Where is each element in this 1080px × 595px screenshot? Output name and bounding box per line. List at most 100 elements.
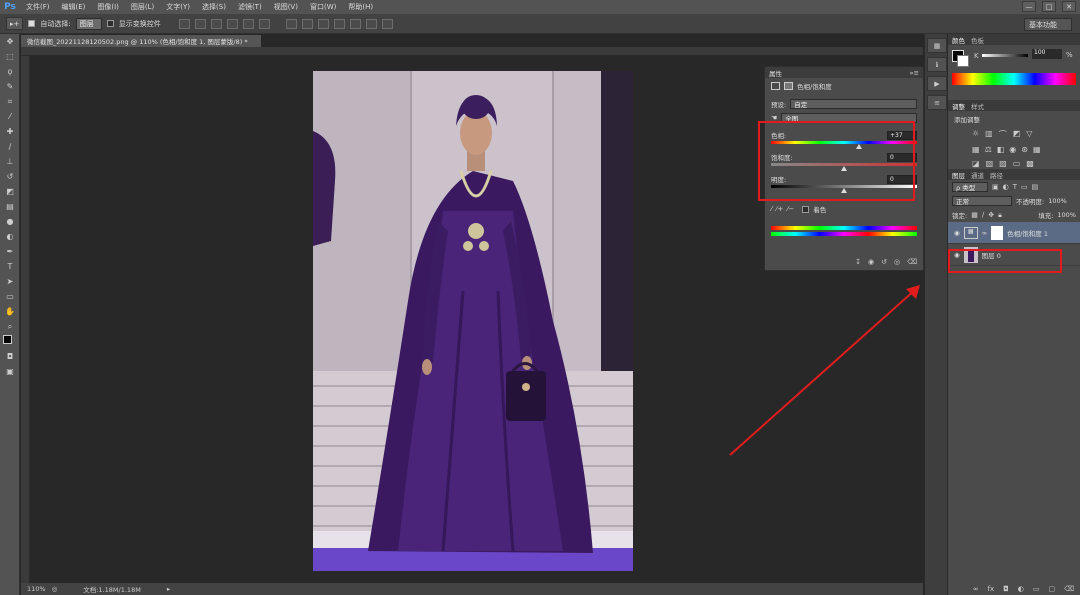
blur-tool-icon[interactable]: ● xyxy=(0,214,20,229)
opacity-value[interactable]: 100% xyxy=(1048,197,1067,205)
close-button[interactable]: ✕ xyxy=(1062,1,1076,12)
path-select-icon[interactable]: ➤ xyxy=(0,274,20,289)
eyedropper-minus-icon[interactable]: ⁄− xyxy=(787,205,794,213)
restore-button[interactable]: □ xyxy=(1042,1,1056,12)
shape-tool-icon[interactable]: ▭ xyxy=(0,289,20,304)
history-panel-icon[interactable]: ▦ xyxy=(927,38,947,53)
panel-collapse-icon[interactable]: »≡ xyxy=(910,69,919,77)
menu-layer[interactable]: 图层(L) xyxy=(125,2,160,12)
adjustments-tab[interactable]: 调整 xyxy=(952,101,965,111)
lasso-tool-icon[interactable]: ϙ xyxy=(0,64,20,79)
fx-icon[interactable]: fx xyxy=(988,585,995,593)
filter-smart-icon[interactable]: ▤ xyxy=(1032,183,1039,191)
zoom-tool-icon[interactable]: ⌕ xyxy=(0,319,20,334)
new-layer-icon[interactable]: ▢ xyxy=(1048,585,1055,593)
swatches-tab[interactable]: 色板 xyxy=(971,35,984,45)
hand-tool-icon[interactable]: ✋ xyxy=(0,304,20,319)
background-color-swatch[interactable] xyxy=(957,55,969,67)
threshold-adjust-icon[interactable]: ▨ xyxy=(999,159,1007,168)
distribute-bottom-icon[interactable] xyxy=(317,18,329,29)
view-previous-icon[interactable]: ◉ xyxy=(868,258,874,266)
move-tool-preset-button[interactable]: ▸+ xyxy=(6,17,24,30)
filter-type-icon[interactable]: T xyxy=(1013,183,1017,191)
distribute-vcenter-icon[interactable] xyxy=(301,18,313,29)
menu-select[interactable]: 选择(S) xyxy=(196,2,232,12)
new-adjustment-icon[interactable]: ◐ xyxy=(1018,585,1024,593)
layer-mask-thumbnail[interactable] xyxy=(991,225,1004,240)
selective-color-adjust-icon[interactable]: ▩ xyxy=(1026,159,1034,168)
align-top-icon[interactable] xyxy=(178,18,190,29)
status-menu-arrow-icon[interactable]: ▸ xyxy=(167,585,170,593)
eraser-tool-icon[interactable]: ◩ xyxy=(0,184,20,199)
blend-mode-dropdown[interactable]: 正常 xyxy=(952,196,1012,206)
lock-transparent-icon[interactable]: ▦ xyxy=(971,211,978,219)
color-lookup-adjust-icon[interactable]: ▦ xyxy=(1033,145,1041,154)
styles-tab[interactable]: 样式 xyxy=(971,101,984,111)
photo-filter-adjust-icon[interactable]: ◉ xyxy=(1009,145,1016,154)
actions-panel-icon[interactable]: ▶ xyxy=(927,76,947,91)
quick-mask-icon[interactable]: ◘ xyxy=(0,349,20,364)
show-transform-checkbox[interactable] xyxy=(106,20,114,27)
document-tab[interactable]: 微信截图_20221128120502.png @ 110% (色相/饱和度 1… xyxy=(21,35,261,47)
add-mask-icon[interactable]: ◘ xyxy=(1003,585,1009,593)
dodge-tool-icon[interactable]: ◐ xyxy=(0,229,20,244)
lock-all-icon[interactable]: 🔒︎ xyxy=(998,211,1002,220)
channels-tab[interactable]: 通道 xyxy=(971,170,984,180)
layer-name[interactable]: 色相/饱和度 1 xyxy=(1007,228,1048,238)
channel-mixer-adjust-icon[interactable]: ⊛ xyxy=(1021,145,1028,154)
menu-type[interactable]: 文字(Y) xyxy=(160,2,196,12)
properties-panel-icon[interactable]: ≡ xyxy=(927,95,947,110)
colorize-checkbox[interactable] xyxy=(802,205,810,213)
exposure-adjust-icon[interactable]: ◩ xyxy=(1013,129,1021,140)
menu-image[interactable]: 图像(I) xyxy=(91,2,125,12)
status-icon[interactable]: ◎ xyxy=(52,585,58,593)
align-bottom-icon[interactable] xyxy=(210,18,222,29)
invert-adjust-icon[interactable]: ◪ xyxy=(972,159,980,168)
preset-dropdown[interactable]: 自定 xyxy=(790,99,917,109)
paths-tab[interactable]: 路径 xyxy=(990,170,1003,180)
canvas-image[interactable] xyxy=(313,71,633,571)
delete-icon[interactable]: ⌫ xyxy=(907,258,917,266)
align-vcenter-icon[interactable] xyxy=(194,18,206,29)
brush-tool-icon[interactable]: ∕ xyxy=(0,139,20,154)
lock-pixels-icon[interactable]: ∕ xyxy=(982,211,984,219)
pen-tool-icon[interactable]: ✒ xyxy=(0,244,20,259)
layer-kind-filter[interactable]: ρ 类型 xyxy=(952,182,988,192)
distribute-right-icon[interactable] xyxy=(365,18,377,29)
layers-tab[interactable]: 图层 xyxy=(952,170,965,180)
hue-sat-adjust-icon[interactable]: ▦ xyxy=(972,145,980,154)
zoom-level[interactable]: 110% xyxy=(27,585,46,593)
bw-adjust-icon[interactable]: ◧ xyxy=(997,145,1005,154)
move-tool-icon[interactable]: ✥ xyxy=(0,34,20,49)
align-right-icon[interactable] xyxy=(258,18,270,29)
align-left-icon[interactable] xyxy=(226,18,238,29)
gradient-tool-icon[interactable]: ▤ xyxy=(0,199,20,214)
curves-adjust-icon[interactable]: ⌒ xyxy=(999,129,1007,140)
stamp-tool-icon[interactable]: ⊥ xyxy=(0,154,20,169)
filter-adjust-icon[interactable]: ◐ xyxy=(1003,183,1009,191)
link-icon[interactable]: ∞ xyxy=(982,229,987,237)
distribute-hcenter-icon[interactable] xyxy=(349,18,361,29)
eyedropper-tool-icon[interactable]: ⁄ xyxy=(0,109,20,124)
color-swatches-icon[interactable] xyxy=(0,334,20,349)
auto-align-icon[interactable] xyxy=(381,18,393,29)
menu-edit[interactable]: 编辑(E) xyxy=(56,2,92,12)
trash-icon[interactable]: ⌫ xyxy=(1064,585,1074,593)
levels-adjust-icon[interactable]: ▥ xyxy=(985,129,993,140)
color-tab[interactable]: 颜色 xyxy=(952,35,965,45)
gradient-map-adjust-icon[interactable]: ▭ xyxy=(1013,159,1021,168)
crop-tool-icon[interactable]: ⌗ xyxy=(0,94,20,109)
k-value-input[interactable]: 100 xyxy=(1032,49,1062,59)
reset-icon[interactable]: ↺ xyxy=(881,258,887,266)
quick-select-tool-icon[interactable]: ✎ xyxy=(0,79,20,94)
healing-tool-icon[interactable]: ✚ xyxy=(0,124,20,139)
eyedropper-plus-icon[interactable]: ⁄+ xyxy=(776,205,783,213)
filter-pixel-icon[interactable]: ▣ xyxy=(992,183,999,191)
filter-shape-icon[interactable]: ▭ xyxy=(1021,183,1028,191)
menu-window[interactable]: 窗口(W) xyxy=(304,2,342,12)
eye-icon[interactable]: ◉ xyxy=(954,229,960,237)
menu-help[interactable]: 帮助(H) xyxy=(342,2,379,12)
k-slider[interactable] xyxy=(982,54,1028,57)
align-hcenter-icon[interactable] xyxy=(242,18,254,29)
fill-value[interactable]: 100% xyxy=(1057,211,1076,219)
